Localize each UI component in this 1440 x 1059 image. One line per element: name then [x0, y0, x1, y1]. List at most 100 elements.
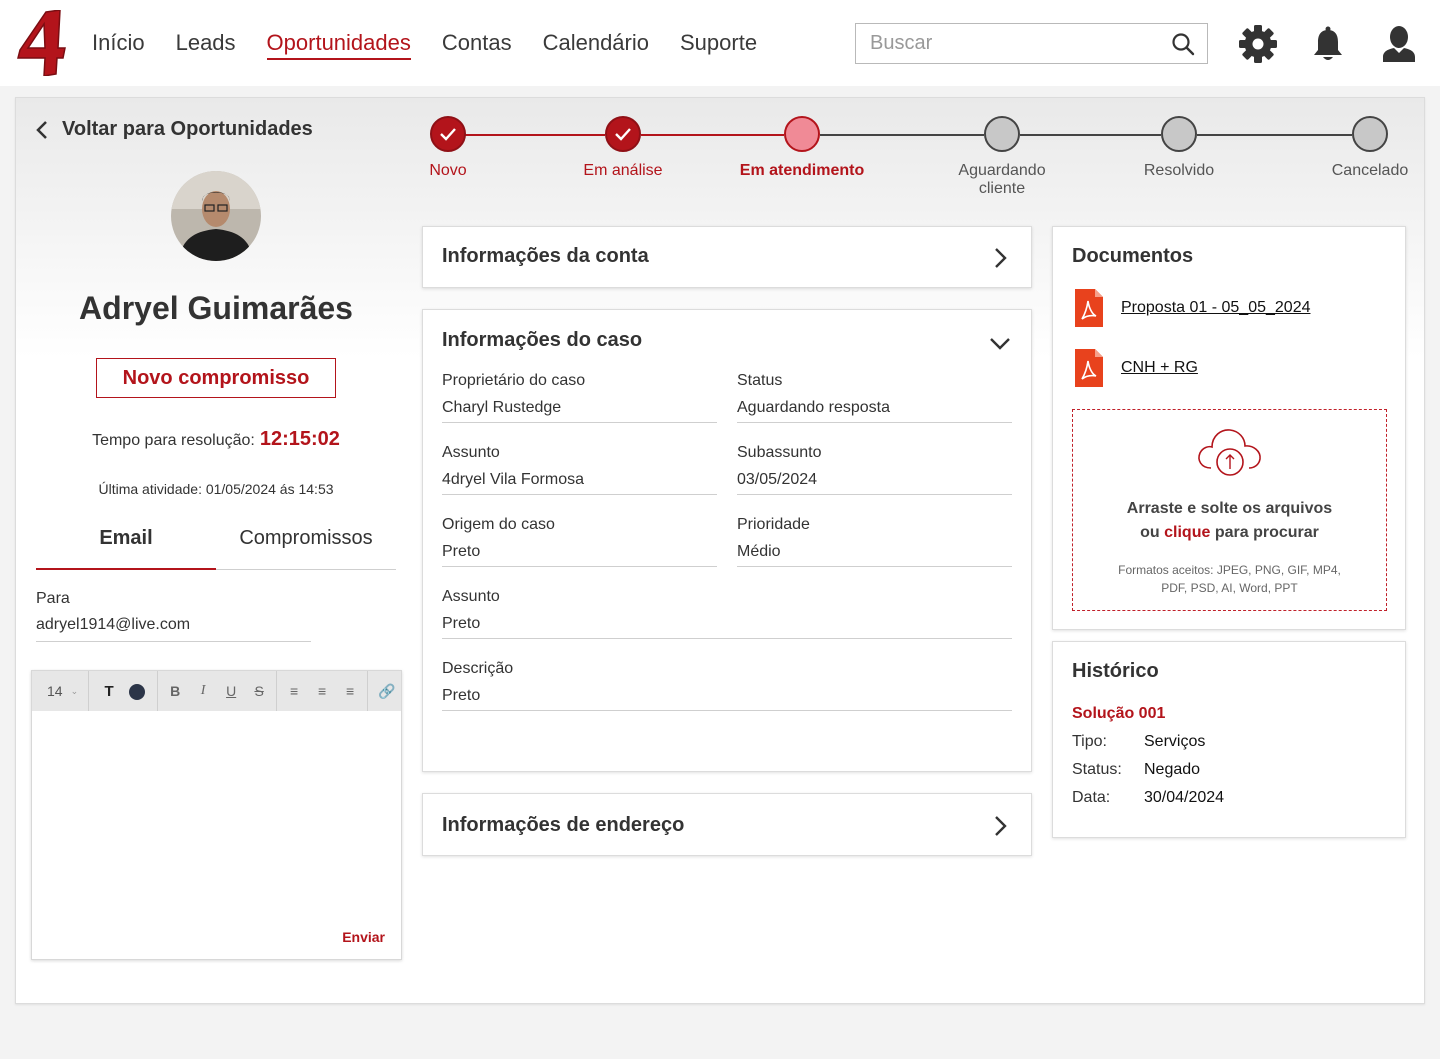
- step-connector: [1197, 134, 1352, 136]
- step-aguardando-cliente[interactable]: [984, 116, 1020, 152]
- field-value: Charyl Rustedge: [442, 399, 717, 423]
- notifications-button[interactable]: [1308, 24, 1348, 64]
- step-label: Aguardando cliente: [958, 162, 1046, 197]
- field-label: Descrição: [442, 660, 514, 677]
- case-info-card: Informações do caso Proprietário do caso…: [422, 309, 1032, 772]
- description-field[interactable]: Descrição Preto: [442, 660, 1012, 711]
- chevron-right-icon: [995, 816, 1007, 836]
- address-info-card[interactable]: Informações de endereço: [422, 793, 1032, 856]
- step-label: Resolvido: [1143, 162, 1215, 179]
- align-left-icon[interactable]: ≡: [280, 683, 308, 699]
- nav-contas[interactable]: Contas: [442, 32, 512, 54]
- nav-calendario[interactable]: Calendário: [543, 32, 649, 54]
- profile-button[interactable]: [1379, 24, 1419, 64]
- underline-icon[interactable]: U: [217, 683, 245, 699]
- history-key: Data:: [1072, 789, 1111, 806]
- history-row: Data: 30/04/2024: [1072, 789, 1224, 807]
- search-box: [855, 23, 1208, 64]
- step-connector: [641, 134, 784, 136]
- chevron-right-icon: [995, 248, 1007, 268]
- back-label: Voltar para Oportunidades: [62, 118, 313, 140]
- italic-icon[interactable]: I: [189, 683, 217, 699]
- search-icon[interactable]: [1171, 32, 1195, 56]
- font-size-select[interactable]: 14 ⌄: [32, 671, 90, 711]
- back-to-opportunities-link[interactable]: Voltar para Oportunidades: [35, 118, 313, 141]
- search-input[interactable]: [870, 24, 1160, 63]
- field-value: Aguardando resposta: [737, 399, 1012, 423]
- nav-leads[interactable]: Leads: [176, 32, 236, 54]
- history-value: 30/04/2024: [1144, 789, 1225, 806]
- formats-line: Formatos aceitos: JPEG, PNG, GIF, MP4,: [1118, 563, 1341, 577]
- resolution-timer: Tempo para resolução: 12:15:02: [16, 428, 416, 451]
- brand-logo[interactable]: [16, 10, 66, 76]
- card-title: Documentos: [1072, 245, 1194, 267]
- account-info-card[interactable]: Informações da conta: [422, 226, 1032, 288]
- settings-button[interactable]: [1238, 24, 1278, 64]
- card-title: Informações de endereço: [442, 814, 685, 836]
- documents-card: Documentos Proposta 01 - 05_05_2024 CNH …: [1052, 226, 1406, 630]
- bold-icon[interactable]: B: [161, 683, 189, 699]
- case-origin-field[interactable]: Origem do caso Preto: [442, 516, 717, 567]
- strikethrough-icon[interactable]: S: [245, 683, 273, 699]
- field-value: 03/05/2024: [737, 471, 1012, 495]
- avatar: [171, 171, 261, 261]
- subject-field[interactable]: Assunto 4dryel Vila Formosa: [442, 444, 717, 495]
- field-label: Origem do caso: [442, 516, 555, 533]
- step-label: Novo: [429, 162, 467, 179]
- font-size-value: 14: [47, 683, 63, 699]
- contact-name: Adryel Guimarães: [79, 290, 353, 326]
- chevron-down-icon[interactable]: [989, 336, 1011, 350]
- history-entry-title[interactable]: Solução 001: [1072, 705, 1165, 723]
- email-body-textarea[interactable]: [32, 711, 401, 959]
- step-connector: [464, 134, 605, 136]
- field-value: Preto: [442, 615, 1012, 639]
- step-cancelado[interactable]: [1352, 116, 1388, 152]
- check-icon: [615, 128, 631, 141]
- align-center-icon[interactable]: ≡: [308, 683, 336, 699]
- field-value: Médio: [737, 543, 1012, 567]
- browse-files-link[interactable]: clique: [1164, 524, 1210, 541]
- timer-label: Tempo para resolução:: [92, 432, 255, 449]
- step-novo[interactable]: [430, 116, 466, 152]
- priority-field[interactable]: Prioridade Médio: [737, 516, 1012, 567]
- history-row: Tipo: Serviços: [1072, 733, 1205, 751]
- align-right-icon[interactable]: ≡: [336, 683, 364, 699]
- field-value: Preto: [442, 687, 1012, 711]
- user-icon: [1383, 26, 1415, 62]
- nav-suporte[interactable]: Suporte: [680, 32, 757, 54]
- tab-email[interactable]: Email: [36, 518, 216, 570]
- document-name: CNH + RG: [1121, 359, 1198, 376]
- send-button[interactable]: Enviar: [342, 929, 385, 945]
- nav-inicio[interactable]: Início: [92, 32, 145, 54]
- text-format-icon[interactable]: T: [95, 683, 123, 700]
- step-label: Cancelado: [1331, 162, 1409, 179]
- document-name: Proposta 01 - 05_05_2024: [1121, 299, 1311, 316]
- text-color-icon[interactable]: [123, 682, 151, 700]
- document-link[interactable]: CNH + RG: [1073, 349, 1198, 387]
- nav-oportunidades[interactable]: Oportunidades: [266, 32, 412, 60]
- file-dropzone[interactable]: Arraste e solte os arquivos ou clique pa…: [1072, 409, 1387, 611]
- field-value: 4dryel Vila Formosa: [442, 471, 717, 495]
- step-label: Em análise: [583, 162, 663, 179]
- subject-2-field[interactable]: Assunto Preto: [442, 588, 1012, 639]
- step-resolvido[interactable]: [1161, 116, 1197, 152]
- step-connector: [1020, 134, 1161, 136]
- formats-line: PDF, PSD, AI, Word, PPT: [1161, 581, 1298, 595]
- cloud-upload-icon: [1198, 429, 1261, 476]
- step-em-atendimento[interactable]: [784, 116, 820, 152]
- card-title: Informações do caso: [442, 329, 643, 351]
- case-owner-field[interactable]: Proprietário do caso Charyl Rustedge: [442, 372, 717, 423]
- new-commitment-button[interactable]: Novo compromisso: [96, 358, 336, 398]
- history-key: Status:: [1072, 761, 1122, 778]
- step-label: Em atendimento: [739, 162, 865, 179]
- step-em-analise[interactable]: [605, 116, 641, 152]
- editor-toolbar: 14 ⌄ T B I U S ≡ ≡ ≡ 🔗: [32, 671, 401, 711]
- bell-icon: [1314, 26, 1342, 60]
- document-link[interactable]: Proposta 01 - 05_05_2024: [1073, 289, 1310, 327]
- subsubject-field[interactable]: Subassunto 03/05/2024: [737, 444, 1012, 495]
- to-field[interactable]: adryel1914@live.com: [36, 614, 311, 642]
- email-editor: 14 ⌄ T B I U S ≡ ≡ ≡ 🔗 Enviar: [31, 670, 402, 960]
- status-field[interactable]: Status Aguardando resposta: [737, 372, 1012, 423]
- tab-compromissos[interactable]: Compromissos: [216, 518, 396, 569]
- link-icon[interactable]: 🔗: [373, 683, 401, 700]
